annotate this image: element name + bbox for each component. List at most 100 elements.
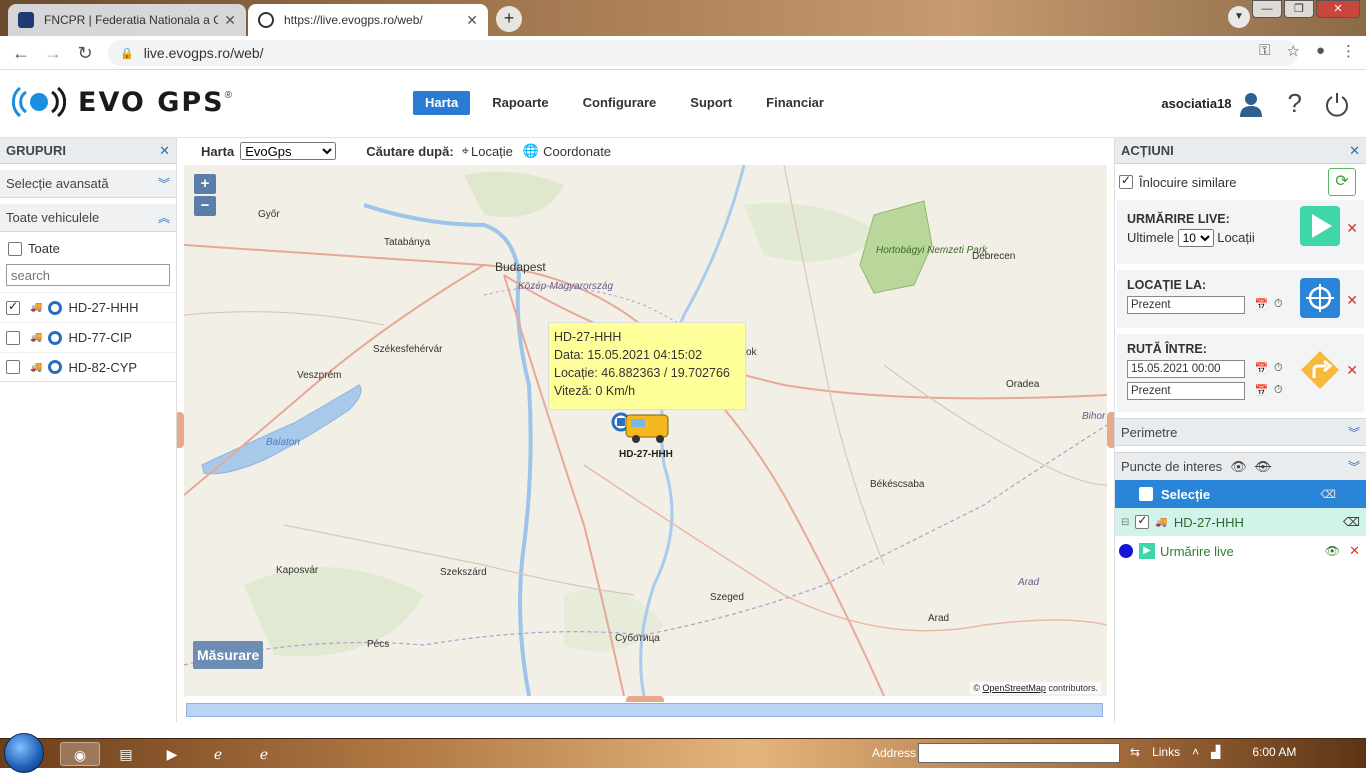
url-field[interactable]: 🔒 live.evogps.ro/web/ xyxy=(108,40,1298,66)
chrome-taskbar-icon[interactable]: ◉ xyxy=(60,742,100,766)
advanced-selection[interactable]: Selecție avansată ︾ xyxy=(0,170,176,198)
maximize-button[interactable]: ❐ xyxy=(1284,0,1314,18)
location-pin-icon[interactable]: ⌖ xyxy=(462,143,469,159)
timer-icon[interactable]: ⏱ xyxy=(1274,384,1283,397)
clear-icon[interactable]: ✕ xyxy=(1346,362,1358,379)
evo-gps-logo[interactable]: EVO GPS ® xyxy=(11,84,232,120)
menu-dots-icon[interactable]: ⋮ xyxy=(1341,42,1356,60)
route-from-input[interactable] xyxy=(1127,360,1245,378)
power-icon[interactable] xyxy=(1324,91,1350,117)
profile-icon[interactable]: ● xyxy=(1316,42,1325,60)
browser-tab-evogps[interactable]: https://live.evogps.ro/web/ ✕ xyxy=(248,4,488,36)
route-to-input[interactable] xyxy=(1127,382,1245,400)
chevron-down-icon[interactable]: ▼ xyxy=(1228,6,1250,28)
start-button[interactable] xyxy=(4,733,44,773)
collapse-right-handle[interactable] xyxy=(1107,412,1114,448)
back-icon[interactable]: ← xyxy=(10,42,32,64)
search-by-location[interactable]: Locație xyxy=(471,144,513,159)
new-tab-button[interactable]: + xyxy=(496,6,522,32)
route-button[interactable] xyxy=(1300,350,1340,390)
zoom-out-button[interactable]: − xyxy=(194,196,216,216)
calendar-icon[interactable]: 📅 xyxy=(1255,298,1269,311)
taskbar-links[interactable]: Links xyxy=(1152,745,1180,759)
selection-checkbox[interactable] xyxy=(1139,487,1153,501)
play-button[interactable] xyxy=(1300,206,1340,246)
close-icon[interactable]: ✕ xyxy=(159,143,170,159)
live-tracking-count-select[interactable]: 10 xyxy=(1177,229,1214,247)
ie2-taskbar-icon[interactable]: ℯ xyxy=(244,742,284,766)
collapse-left-handle[interactable] xyxy=(177,412,184,448)
openstreetmap-link[interactable]: OpenStreetMap xyxy=(982,683,1046,693)
chevron-double-down-icon[interactable]: ︾ xyxy=(158,175,170,192)
remove-icon[interactable]: ⌫ xyxy=(1343,515,1360,529)
star-icon[interactable]: ☆ xyxy=(1286,42,1299,60)
calendar-icon[interactable]: 📅 xyxy=(1255,384,1269,397)
close-tab-icon[interactable]: ✕ xyxy=(466,12,478,29)
map-canvas[interactable]: Győr Tatabánya Budapest Közép-Magyarorsz… xyxy=(184,165,1107,696)
key-icon[interactable]: ⚿ xyxy=(1259,42,1270,60)
chevron-double-down-icon[interactable]: ︾ xyxy=(1348,424,1360,441)
eye-icon[interactable]: 👁 xyxy=(1325,544,1340,558)
vehicle-search-input[interactable] xyxy=(6,264,170,286)
bottom-panel-strip[interactable] xyxy=(186,703,1103,717)
forward-icon[interactable]: → xyxy=(42,42,64,64)
collapse-tree-icon[interactable]: ⊟ xyxy=(1121,517,1129,528)
explorer-taskbar-icon[interactable]: ▤ xyxy=(106,742,146,766)
vehicle-row[interactable]: 🚚 HD-27-HHH xyxy=(0,292,176,322)
reload-icon[interactable]: ↻ xyxy=(74,42,96,64)
minimize-button[interactable]: — xyxy=(1252,0,1282,18)
eye-icon[interactable]: 👁 xyxy=(1230,459,1247,475)
nav-suport[interactable]: Suport xyxy=(678,91,744,115)
measure-button[interactable]: Măsurare xyxy=(193,641,264,669)
replace-similar-checkbox[interactable] xyxy=(1119,173,1133,189)
nav-rapoarte[interactable]: Rapoarte xyxy=(480,91,560,115)
calendar-icon[interactable]: 📅 xyxy=(1255,362,1269,375)
close-tab-icon[interactable]: ✕ xyxy=(224,12,236,29)
help-icon[interactable]: ? xyxy=(1288,88,1302,119)
collapse-bottom-handle[interactable] xyxy=(626,696,664,702)
zoom-in-button[interactable]: + xyxy=(194,174,216,194)
all-vehicles-header[interactable]: Toate vehiculele ︽ xyxy=(0,204,176,232)
chevron-double-down-icon[interactable]: ︾ xyxy=(1348,458,1360,475)
perimeters-header[interactable]: Perimetre ︾ xyxy=(1115,418,1366,446)
vehicle-row[interactable]: 🚚 HD-82-CYP xyxy=(0,352,176,382)
map-provider-select[interactable]: EvoGps xyxy=(240,142,337,160)
selected-vehicle-checkbox[interactable] xyxy=(1135,513,1150,529)
go-icon[interactable]: ⇆ xyxy=(1130,745,1140,759)
network-icon[interactable]: ▟ xyxy=(1211,745,1220,759)
vehicle-checkbox[interactable] xyxy=(6,299,20,315)
search-by-coordinates[interactable]: Coordonate xyxy=(543,144,611,159)
eye-off-icon[interactable]: 👁 xyxy=(1255,459,1272,475)
globe-icon[interactable]: 🌐 xyxy=(523,143,539,159)
live-tracking-row[interactable]: ▶ Urmărire live 👁 ✕ xyxy=(1115,536,1366,566)
username[interactable]: asociatia18 xyxy=(1161,96,1231,111)
chevron-double-up-icon[interactable]: ︽ xyxy=(158,209,170,226)
clear-icon[interactable]: ✕ xyxy=(1346,292,1358,309)
target-button[interactable] xyxy=(1300,278,1340,318)
nav-financiar[interactable]: Financiar xyxy=(754,91,836,115)
tray-expand-icon[interactable]: ˄ xyxy=(1192,745,1199,759)
browser-tab-fncpr[interactable]: FNCPR | Federatia Nationala a Cr ✕ xyxy=(8,4,246,36)
nav-harta[interactable]: Harta xyxy=(413,91,471,115)
taskbar-clock[interactable]: 6:00 AM xyxy=(1252,745,1296,759)
refresh-icon[interactable]: ⟳ xyxy=(1328,168,1356,196)
vehicle-row[interactable]: 🚚 HD-77-CIP xyxy=(0,322,176,352)
location-at-input[interactable] xyxy=(1127,296,1245,314)
nav-configurare[interactable]: Configurare xyxy=(571,91,669,115)
select-all-checkbox[interactable] xyxy=(8,241,22,256)
close-window-button[interactable]: ✕ xyxy=(1316,0,1360,18)
taskbar-address-input[interactable] xyxy=(918,743,1120,763)
close-icon[interactable]: ✕ xyxy=(1349,143,1360,159)
delete-icon[interactable]: ✕ xyxy=(1349,543,1360,559)
remove-all-icon[interactable]: ⌫ xyxy=(1320,488,1336,501)
timer-icon[interactable]: ⏱ xyxy=(1274,362,1283,375)
selected-vehicle-row[interactable]: ⊟ 🚚 HD-27-HHH ⌫ xyxy=(1115,508,1366,536)
user-icon[interactable] xyxy=(1238,91,1264,117)
media-taskbar-icon[interactable]: ▶ xyxy=(152,742,192,766)
clear-icon[interactable]: ✕ xyxy=(1346,220,1358,237)
vehicle-checkbox[interactable] xyxy=(6,360,20,374)
ie-taskbar-icon[interactable]: ℯ xyxy=(198,742,238,766)
poi-header[interactable]: Puncte de interes 👁 👁 ︾ xyxy=(1115,452,1366,480)
timer-icon[interactable]: ⏱ xyxy=(1274,298,1283,311)
vehicle-map-label[interactable]: HD-27-HHH xyxy=(619,449,673,460)
